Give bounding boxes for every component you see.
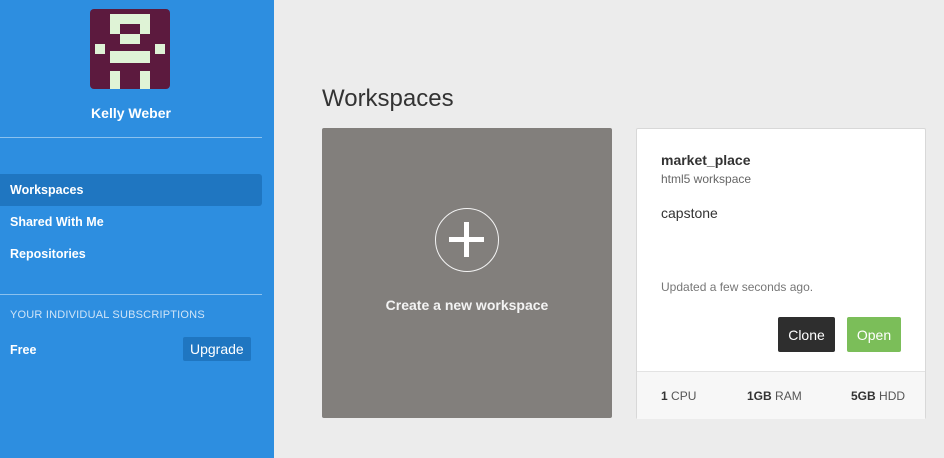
nav-item-workspaces[interactable]: Workspaces: [0, 174, 262, 206]
subscriptions-heading: YOUR INDIVIDUAL SUBSCRIPTIONS: [10, 309, 205, 321]
user-name: Kelly Weber: [91, 105, 171, 121]
create-workspace-card[interactable]: Create a new workspace: [322, 128, 612, 418]
divider: [0, 294, 262, 295]
workspace-updated: Updated a few seconds ago.: [661, 280, 814, 294]
clone-button[interactable]: Clone: [778, 317, 835, 352]
avatar-pixel: [140, 71, 150, 89]
spec-value: 5GB: [851, 389, 876, 403]
workspace-type: html5 workspace: [661, 172, 752, 186]
workspace-specs: 1 CPU 1GB RAM 5GB HDD: [637, 371, 925, 419]
avatar-pixel: [110, 14, 150, 24]
workspace-card: market_place html5 workspace capstone Up…: [636, 128, 926, 419]
workspace-name[interactable]: market_place: [661, 152, 751, 168]
avatar-pixel: [140, 24, 150, 34]
avatar-pixel: [95, 44, 105, 54]
spec-hdd: 5GB HDD: [851, 389, 905, 403]
avatar[interactable]: [90, 9, 170, 89]
divider: [0, 137, 262, 138]
nav-item-repositories[interactable]: Repositories: [0, 238, 262, 270]
avatar-pixel: [110, 24, 120, 34]
upgrade-button[interactable]: Upgrade: [183, 337, 251, 361]
nav-item-shared-with-me[interactable]: Shared With Me: [0, 206, 262, 238]
plus-circle-icon: [435, 208, 499, 272]
avatar-pixel: [110, 71, 120, 89]
sidebar: Kelly Weber Workspaces Shared With Me Re…: [0, 0, 274, 458]
avatar-pixel: [155, 44, 165, 54]
avatar-pixel: [120, 34, 140, 44]
spec-unit: HDD: [879, 389, 906, 403]
page-title: Workspaces: [322, 85, 454, 112]
spec-value: 1: [661, 389, 668, 403]
spec-unit: CPU: [671, 389, 697, 403]
spec-ram: 1GB RAM: [747, 389, 802, 403]
create-workspace-label: Create a new workspace: [385, 297, 549, 313]
plan-name: Free: [10, 343, 37, 357]
spec-cpu: 1 CPU: [661, 389, 696, 403]
open-button[interactable]: Open: [847, 317, 901, 352]
spec-value: 1GB: [747, 389, 772, 403]
workspace-description: capstone: [661, 205, 718, 221]
avatar-pixel: [110, 51, 150, 63]
spec-unit: RAM: [775, 389, 802, 403]
